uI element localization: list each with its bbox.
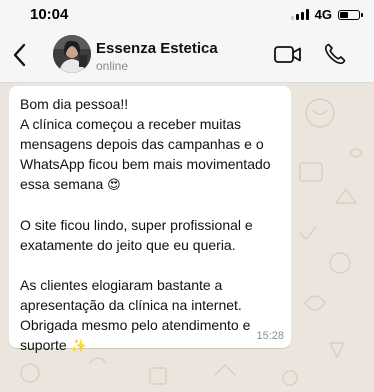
message-line: apresentação da clínica na internet. (20, 297, 242, 313)
contact-status: online (96, 59, 129, 73)
signal-icon (290, 9, 309, 20)
message-line: WhatsApp ficou bem mais movimentado (20, 156, 271, 172)
message-line: suporte (20, 337, 67, 353)
message-line: Bom dia pessoa!! (20, 96, 129, 112)
message-line: Obrigada mesmo pelo atendimento e (20, 317, 251, 333)
avatar-image (53, 35, 91, 73)
status-bar: 10:04 4G (0, 0, 374, 28)
message-paragraph: O site ficou lindo, super profissional e… (20, 215, 281, 255)
message-paragraph: Bom dia pessoa!! A clínica começou a rec… (20, 94, 281, 195)
back-icon[interactable] (10, 42, 30, 68)
status-time: 10:04 (30, 6, 69, 23)
avatar[interactable] (53, 35, 91, 73)
sparkles-emoji-icon: ✨ (70, 338, 87, 353)
message-line: exatamente do jeito que eu queria. (20, 237, 236, 253)
chat-header: Essenza Estetica online (0, 28, 374, 83)
message-bubble[interactable]: Bom dia pessoa!! A clínica começou a rec… (9, 86, 291, 353)
message-line: A clínica começou a receber muitas (20, 116, 241, 132)
battery-level (340, 11, 348, 18)
chat-area[interactable]: Bom dia pessoa!! A clínica começou a rec… (0, 83, 374, 392)
message-paragraph: As clientes elogiaram bastante a apresen… (20, 275, 281, 356)
video-call-icon[interactable] (273, 43, 303, 67)
status-indicators: 4G (290, 7, 363, 22)
phone-call-icon[interactable] (323, 42, 347, 66)
message-line: As clientes elogiaram bastante a (20, 277, 223, 293)
message-line: mensagens depois das campanhas e o (20, 136, 264, 152)
contact-name[interactable]: Essenza Estetica (96, 40, 218, 57)
message-line: essa semana (20, 176, 104, 192)
network-type: 4G (314, 7, 332, 22)
battery-icon (338, 9, 363, 20)
heart-eyes-emoji-icon: 😍 (107, 177, 121, 192)
message-time: 15:28 (256, 330, 284, 342)
message-line: O site ficou lindo, super profissional e (20, 217, 253, 233)
